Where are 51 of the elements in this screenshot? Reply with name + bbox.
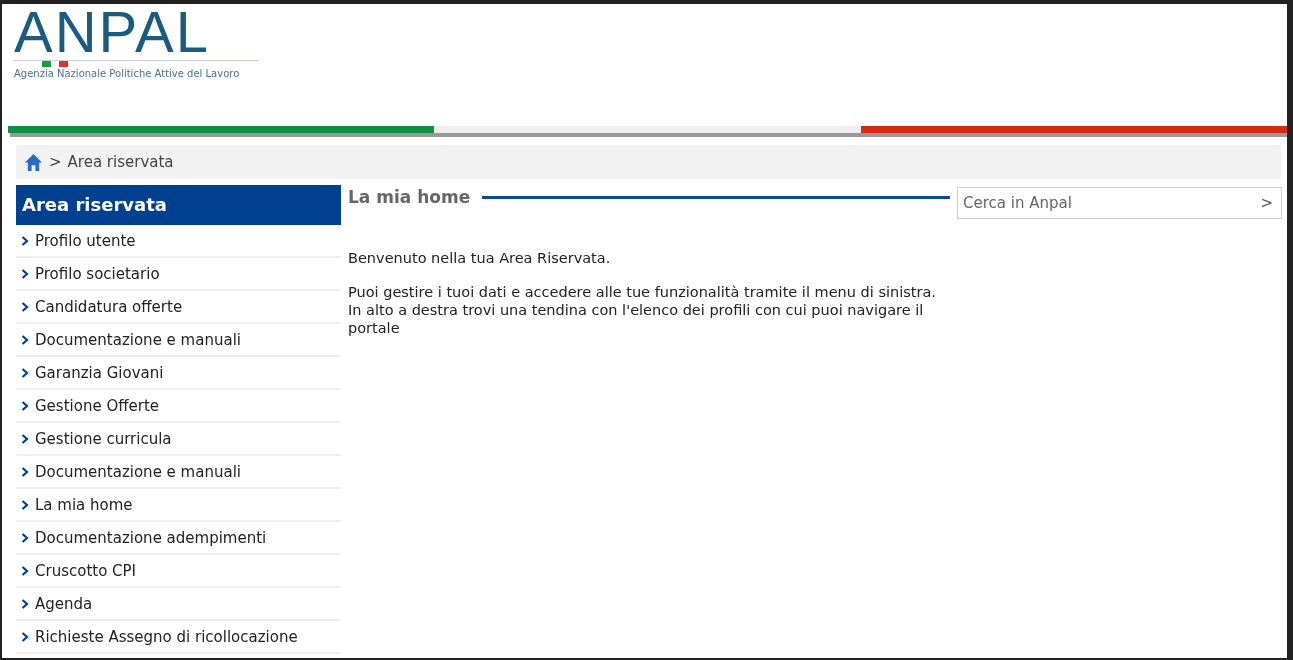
sidebar-item[interactable]: Cruscotto CPI	[16, 555, 341, 588]
sidebar-item-label[interactable]: Documentazione e manuali	[35, 462, 241, 481]
sidebar-item-label[interactable]: Gestione Offerte	[35, 396, 160, 415]
sidebar-item[interactable]: Documentazione e manuali	[16, 456, 341, 489]
sidebar-item-label[interactable]: Gestione curricula	[35, 429, 172, 448]
chevron-icon	[21, 235, 29, 246]
sidebar-item[interactable]: Documentazione e manuali	[16, 324, 341, 357]
sidebar-item-label[interactable]: Documentazione adempimenti	[35, 528, 267, 547]
sidebar-item[interactable]: Garanzia Giovani	[16, 357, 341, 390]
sidebar-item-label[interactable]: Garanzia Giovani	[35, 363, 164, 382]
sidebar-item-label[interactable]: Documentazione e manuali	[35, 330, 241, 349]
chevron-icon	[21, 400, 29, 411]
chevron-icon	[21, 334, 29, 345]
sidebar-item[interactable]: Profilo societario	[16, 258, 341, 291]
logo-wordmark: ANPAL	[14, 6, 211, 58]
chevron-icon	[21, 532, 29, 543]
sidebar-item-label[interactable]: La mia home	[35, 495, 133, 514]
chevron-icon	[21, 466, 29, 477]
chevron-icon	[21, 268, 29, 279]
chevron-icon	[21, 433, 29, 444]
sidebar-title: Area riservata	[16, 185, 341, 225]
sidebar-item-label[interactable]: Profilo utente	[35, 231, 136, 250]
chevron-icon	[21, 499, 29, 510]
sidebar-item[interactable]: Documentazione adempimenti	[16, 522, 341, 555]
welcome-paragraph: Puoi gestire i tuoi dati e accedere alle tue funzionalità tramite il menu di sinistra. In alto a destra trovi una tendina con l'elenco dei profili con cui puoi navigare il portale	[348, 283, 937, 337]
sidebar-item[interactable]: Candidatura offerte	[16, 291, 341, 324]
sidebar-item[interactable]: Profilo utente	[16, 225, 341, 258]
breadcrumb-separator: >	[49, 153, 62, 171]
page-title: La mia home	[348, 187, 471, 207]
sidebar-item-label[interactable]: Profilo societario	[35, 264, 160, 283]
breadcrumb-current: Area riservata	[67, 153, 174, 171]
sidebar-item[interactable]: Gestione curricula	[16, 423, 341, 456]
logo-subtitle: Agenzia Nazionale Politiche Attive del Lavoro	[14, 68, 241, 79]
flag-marks-icon	[14, 60, 259, 67]
sidebar-item-label[interactable]: Cruscotto CPI	[35, 561, 137, 580]
chevron-icon	[21, 367, 29, 378]
sidebar-item-label[interactable]: Candidatura offerte	[35, 297, 183, 316]
sidebar-item[interactable]: Gestione Offerte	[16, 390, 341, 423]
sidebar-item[interactable]: Richieste Assegno di ricollocazione	[16, 621, 341, 654]
home-icon[interactable]	[24, 152, 43, 172]
chevron-icon	[21, 598, 29, 609]
search-field[interactable]: Cerca in Anpal >	[957, 187, 1282, 219]
sidebar-item-label[interactable]: Richieste Assegno di ricollocazione	[35, 627, 298, 646]
chevron-icon	[21, 301, 29, 312]
sidebar-item[interactable]: La mia home	[16, 489, 341, 522]
sidebar-item-label[interactable]: Agenda	[35, 594, 93, 613]
welcome-paragraph: Benvenuto nella tua Area Riservata.	[348, 249, 612, 267]
sidebar-item[interactable]: Agenda	[16, 588, 341, 621]
chevron-icon	[21, 631, 29, 642]
search-submit-button[interactable]: >	[1252, 194, 1281, 212]
chevron-icon	[21, 565, 29, 576]
